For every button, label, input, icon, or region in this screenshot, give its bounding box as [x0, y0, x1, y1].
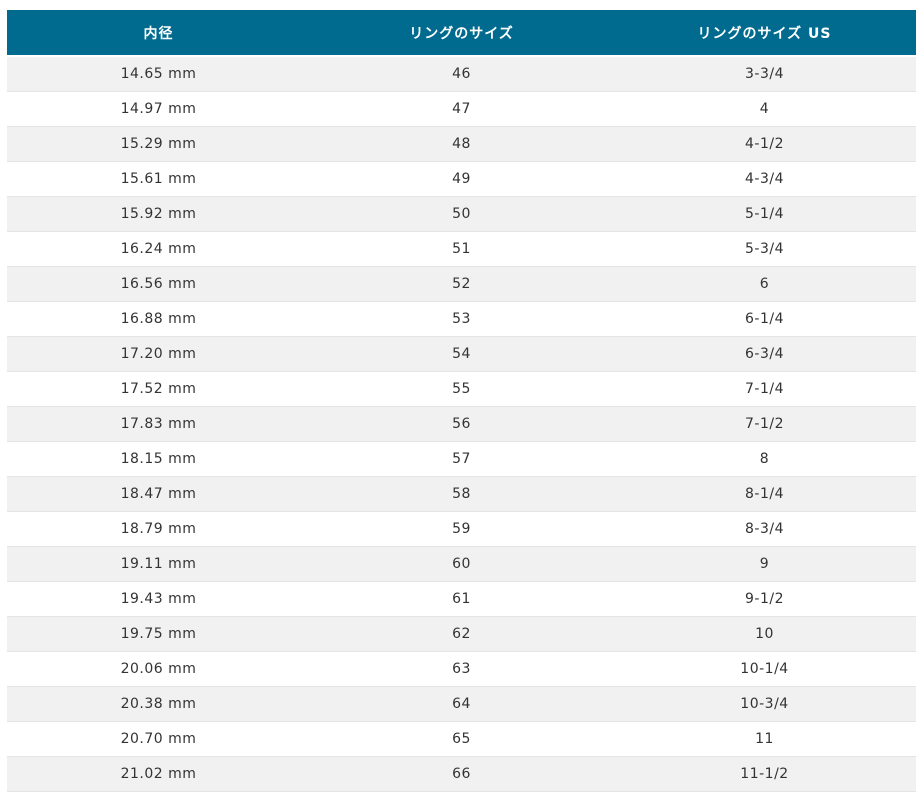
cell-ring-size-us: 5-1/4: [613, 196, 916, 232]
cell-ring-size-us: 6: [613, 266, 916, 302]
table-row: 21.02 mm 66 11-1/2: [7, 756, 916, 792]
cell-inner-diameter: 20.06 mm: [7, 651, 310, 687]
table-row: 19.75 mm 62 10: [7, 616, 916, 652]
header-row: 内径 リングのサイズ リングのサイズ US: [7, 10, 916, 57]
cell-inner-diameter: 15.29 mm: [7, 126, 310, 162]
cell-ring-size-us: 8-1/4: [613, 476, 916, 512]
cell-ring-size: 58: [310, 476, 613, 512]
cell-inner-diameter: 14.65 mm: [7, 56, 310, 92]
cell-ring-size: 55: [310, 371, 613, 407]
table-row: 16.56 mm 52 6: [7, 266, 916, 302]
cell-ring-size: 50: [310, 196, 613, 232]
table-row: 17.52 mm 55 7-1/4: [7, 371, 916, 407]
cell-inner-diameter: 14.97 mm: [7, 91, 310, 127]
cell-ring-size: 46: [310, 56, 613, 92]
cell-inner-diameter: 16.24 mm: [7, 231, 310, 267]
cell-ring-size: 65: [310, 721, 613, 757]
cell-ring-size-us: 4: [613, 91, 916, 127]
cell-ring-size: 51: [310, 231, 613, 267]
cell-ring-size-us: 9-1/2: [613, 581, 916, 617]
cell-ring-size: 48: [310, 126, 613, 162]
cell-ring-size: 56: [310, 406, 613, 442]
table-row: 18.47 mm 58 8-1/4: [7, 476, 916, 512]
cell-ring-size: 52: [310, 266, 613, 302]
cell-inner-diameter: 17.52 mm: [7, 371, 310, 407]
cell-ring-size-us: 7-1/2: [613, 406, 916, 442]
cell-ring-size: 54: [310, 336, 613, 372]
table-header: 内径 リングのサイズ リングのサイズ US: [7, 10, 916, 57]
cell-inner-diameter: 16.56 mm: [7, 266, 310, 302]
cell-inner-diameter: 18.79 mm: [7, 511, 310, 547]
cell-ring-size-us: 6-3/4: [613, 336, 916, 372]
table-row: 18.79 mm 59 8-3/4: [7, 511, 916, 547]
ring-size-table: 内径 リングのサイズ リングのサイズ US 14.65 mm 46 3-3/4 14.…: [7, 10, 916, 792]
cell-inner-diameter: 17.83 mm: [7, 406, 310, 442]
cell-inner-diameter: 15.92 mm: [7, 196, 310, 232]
cell-ring-size: 47: [310, 91, 613, 127]
cell-inner-diameter: 16.88 mm: [7, 301, 310, 337]
cell-inner-diameter: 18.47 mm: [7, 476, 310, 512]
cell-ring-size: 66: [310, 756, 613, 792]
cell-inner-diameter: 21.02 mm: [7, 756, 310, 792]
cell-inner-diameter: 17.20 mm: [7, 336, 310, 372]
table-row: 20.06 mm 63 10-1/4: [7, 651, 916, 687]
cell-ring-size: 60: [310, 546, 613, 582]
cell-ring-size-us: 10-1/4: [613, 651, 916, 687]
table-row: 15.29 mm 48 4-1/2: [7, 126, 916, 162]
cell-ring-size-us: 8-3/4: [613, 511, 916, 547]
table-row: 19.43 mm 61 9-1/2: [7, 581, 916, 617]
table-row: 15.61 mm 49 4-3/4: [7, 161, 916, 197]
cell-inner-diameter: 19.75 mm: [7, 616, 310, 652]
cell-ring-size-us: 4-1/2: [613, 126, 916, 162]
table-row: 16.24 mm 51 5-3/4: [7, 231, 916, 267]
header-ring-size-us: リングのサイズ US: [613, 10, 916, 57]
table-body: 14.65 mm 46 3-3/4 14.97 mm 47 4 15.29 mm 48 4-1/…: [7, 56, 916, 792]
cell-inner-diameter: 19.11 mm: [7, 546, 310, 582]
table-row: 17.20 mm 54 6-3/4: [7, 336, 916, 372]
cell-ring-size-us: 5-3/4: [613, 231, 916, 267]
cell-ring-size-us: 8: [613, 441, 916, 477]
cell-ring-size-us: 11: [613, 721, 916, 757]
table-row: 17.83 mm 56 7-1/2: [7, 406, 916, 442]
table-row: 19.11 mm 60 9: [7, 546, 916, 582]
cell-inner-diameter: 20.38 mm: [7, 686, 310, 722]
cell-inner-diameter: 18.15 mm: [7, 441, 310, 477]
cell-ring-size: 53: [310, 301, 613, 337]
cell-ring-size: 64: [310, 686, 613, 722]
cell-ring-size: 57: [310, 441, 613, 477]
ring-size-table-container: 内径 リングのサイズ リングのサイズ US 14.65 mm 46 3-3/4 14.…: [7, 10, 916, 792]
cell-ring-size-us: 11-1/2: [613, 756, 916, 792]
cell-ring-size-us: 10: [613, 616, 916, 652]
cell-ring-size-us: 9: [613, 546, 916, 582]
header-ring-size: リングのサイズ: [310, 10, 613, 57]
cell-inner-diameter: 20.70 mm: [7, 721, 310, 757]
cell-ring-size: 61: [310, 581, 613, 617]
cell-inner-diameter: 15.61 mm: [7, 161, 310, 197]
table-row: 15.92 mm 50 5-1/4: [7, 196, 916, 232]
table-row: 14.97 mm 47 4: [7, 91, 916, 127]
cell-inner-diameter: 19.43 mm: [7, 581, 310, 617]
cell-ring-size: 63: [310, 651, 613, 687]
header-inner-diameter: 内径: [7, 10, 310, 57]
table-row: 16.88 mm 53 6-1/4: [7, 301, 916, 337]
cell-ring-size-us: 10-3/4: [613, 686, 916, 722]
cell-ring-size-us: 7-1/4: [613, 371, 916, 407]
table-row: 18.15 mm 57 8: [7, 441, 916, 477]
cell-ring-size-us: 3-3/4: [613, 56, 916, 92]
table-row: 20.38 mm 64 10-3/4: [7, 686, 916, 722]
table-row: 14.65 mm 46 3-3/4: [7, 56, 916, 92]
cell-ring-size: 62: [310, 616, 613, 652]
cell-ring-size: 59: [310, 511, 613, 547]
cell-ring-size: 49: [310, 161, 613, 197]
cell-ring-size-us: 4-3/4: [613, 161, 916, 197]
cell-ring-size-us: 6-1/4: [613, 301, 916, 337]
table-row: 20.70 mm 65 11: [7, 721, 916, 757]
